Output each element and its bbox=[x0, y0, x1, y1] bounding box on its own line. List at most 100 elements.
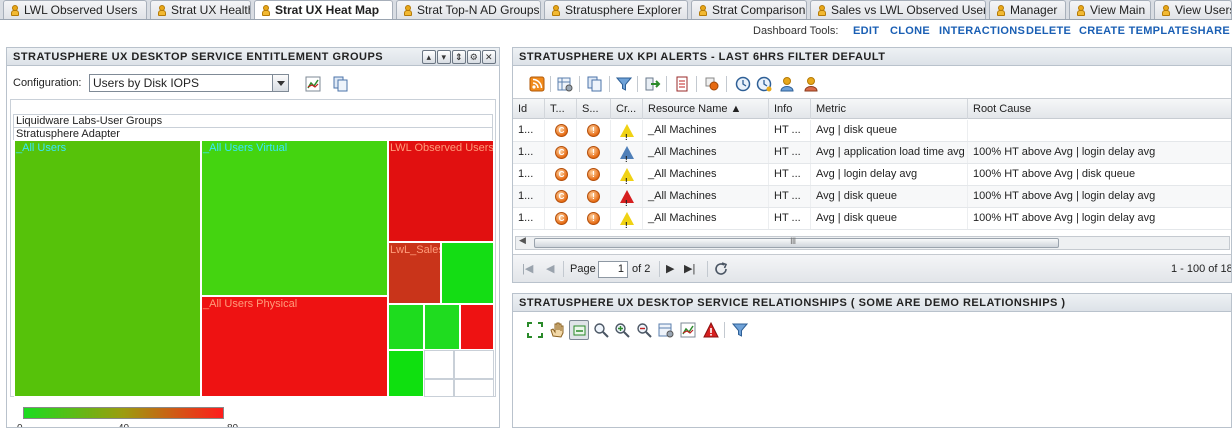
alert-rule-icon[interactable] bbox=[704, 76, 720, 92]
next-page-icon[interactable]: ▶ bbox=[666, 262, 674, 275]
treemap-cell[interactable]: LwL_Sales bbox=[388, 242, 441, 304]
tab-view-main[interactable]: View Main bbox=[1069, 0, 1151, 19]
metric-cell: Avg | login delay avg bbox=[811, 164, 968, 185]
fit-to-screen-icon[interactable] bbox=[527, 322, 543, 338]
maximize-icon[interactable]: ⇕ bbox=[452, 50, 466, 64]
table-row[interactable]: 1... C!! _All Machines HT ... Avg | disk que… bbox=[513, 120, 1231, 142]
select-tool-button[interactable] bbox=[569, 320, 589, 340]
column-header-metric[interactable]: Metric bbox=[811, 99, 968, 119]
column-header-criticality[interactable]: Cr... bbox=[611, 99, 643, 119]
panel-title: STRATUSPHERE UX DESKTOP SERVICE RELATION… bbox=[513, 294, 1231, 312]
tab-sales-vs-lwl-observed-users[interactable]: Sales vs LWL Observed Users bbox=[810, 0, 986, 19]
tab-manager[interactable]: Manager bbox=[989, 0, 1066, 19]
pan-hand-icon[interactable] bbox=[549, 322, 565, 338]
copy-icon[interactable] bbox=[587, 76, 603, 92]
scrollbar-thumb[interactable]: Ⅲ bbox=[534, 236, 1059, 248]
horizontal-scrollbar[interactable]: ◀ Ⅲ bbox=[515, 235, 1230, 250]
criticality-cell: ! bbox=[611, 164, 643, 185]
refresh-icon[interactable] bbox=[713, 261, 729, 277]
metric-cell: Avg | disk queue bbox=[811, 186, 968, 207]
filter-icon[interactable] bbox=[732, 322, 748, 338]
settings-grid-icon[interactable] bbox=[557, 76, 573, 92]
treemap-cell[interactable]: _All Users Virtual bbox=[201, 140, 388, 296]
delete-link[interactable]: DELETE bbox=[1026, 21, 1071, 41]
table-row[interactable]: 1... C!! _All Machines HT ... Avg | disk que… bbox=[513, 186, 1231, 208]
table-row[interactable]: 1... C!! _All Machines HT ... Avg | applicat… bbox=[513, 142, 1231, 164]
close-icon[interactable]: ✕ bbox=[482, 50, 496, 64]
prev-page-icon[interactable]: ◀ bbox=[546, 262, 554, 275]
tab-lwl-observed-users[interactable]: LWL Observed Users bbox=[3, 0, 147, 19]
info-cell: HT ... bbox=[769, 208, 811, 229]
create-template-link[interactable]: CREATE TEMPLATE bbox=[1079, 21, 1189, 41]
toolbar-separator bbox=[726, 76, 727, 92]
column-header-resource-name[interactable]: Resource Name ▲ bbox=[643, 99, 769, 119]
treemap-cell[interactable] bbox=[424, 350, 454, 379]
gear-icon[interactable]: ⚙ bbox=[467, 50, 481, 64]
table-row[interactable]: 1... C!! _All Machines HT ... Avg | disk que… bbox=[513, 208, 1231, 230]
user-group-icon[interactable] bbox=[803, 76, 819, 92]
chevron-down-icon[interactable] bbox=[272, 75, 288, 91]
scroll-left-icon[interactable]: ◀ bbox=[519, 235, 526, 246]
column-header-root-cause[interactable]: Root Cause bbox=[968, 99, 1231, 119]
page-total: of 2 bbox=[632, 263, 651, 275]
user-alert-icon[interactable] bbox=[779, 76, 795, 92]
dashboard: LWL Observed Users Strat UX Health 2 Str… bbox=[0, 0, 1232, 428]
chart-icon[interactable] bbox=[680, 322, 696, 338]
column-header-id[interactable]: Id bbox=[513, 99, 545, 119]
metric-cell: Avg | application load time avg bbox=[811, 142, 968, 163]
treemap-cell[interactable] bbox=[424, 304, 460, 350]
collapse-up-icon[interactable]: ▴ bbox=[422, 50, 436, 64]
zoom-in-icon[interactable] bbox=[614, 322, 630, 338]
tab-strat-comparison[interactable]: Strat Comparison bbox=[691, 0, 807, 19]
first-page-icon[interactable]: |◀ bbox=[522, 262, 533, 275]
chart-icon[interactable] bbox=[305, 76, 321, 92]
zoom-out-icon[interactable] bbox=[636, 322, 652, 338]
copy-icon[interactable] bbox=[333, 76, 349, 92]
tab-view-users[interactable]: View Users bbox=[1154, 0, 1232, 19]
report-icon[interactable] bbox=[674, 76, 690, 92]
treemap-cell[interactable] bbox=[388, 304, 424, 350]
treemap-cell[interactable]: _All Users Physical bbox=[201, 296, 388, 397]
user-icon bbox=[1077, 5, 1085, 16]
page-number-input[interactable]: 1 bbox=[598, 261, 628, 278]
treemap-cell[interactable] bbox=[388, 350, 424, 397]
toolbar-separator bbox=[724, 322, 725, 338]
treemap-adapter-header: Stratusphere Adapter bbox=[13, 127, 493, 140]
layout-settings-icon[interactable] bbox=[658, 322, 674, 338]
treemap-cell[interactable]: LWL Observed Users bbox=[388, 140, 494, 242]
tab-stratusphere-explorer[interactable]: Stratusphere Explorer bbox=[544, 0, 688, 19]
configuration-select[interactable]: Users by Disk IOPS bbox=[89, 74, 289, 92]
clock-icon[interactable] bbox=[735, 76, 751, 92]
share-link[interactable]: SHARE bbox=[1190, 21, 1230, 41]
table-row[interactable]: 1... C!! _All Machines HT ... Avg | login de… bbox=[513, 164, 1231, 186]
treemap-cell[interactable] bbox=[454, 379, 494, 397]
column-header-status[interactable]: S... bbox=[577, 99, 611, 119]
filter-icon[interactable] bbox=[616, 76, 632, 92]
info-cell: HT ... bbox=[769, 186, 811, 207]
column-header-info[interactable]: Info bbox=[769, 99, 811, 119]
clone-link[interactable]: CLONE bbox=[890, 21, 930, 41]
zoom-icon[interactable] bbox=[593, 322, 609, 338]
treemap-cell[interactable] bbox=[454, 350, 494, 379]
type-icon: C bbox=[555, 212, 568, 225]
treemap-cell[interactable] bbox=[441, 242, 494, 304]
export-icon[interactable] bbox=[645, 76, 661, 92]
metric-cell: Avg | disk queue bbox=[811, 120, 968, 141]
treemap-cell[interactable] bbox=[460, 304, 494, 350]
treemap-cell[interactable]: _All Users bbox=[14, 140, 201, 397]
tab-strat-top-n-ad-groups[interactable]: Strat Top-N AD Groups bbox=[396, 0, 541, 19]
id-cell: 1... bbox=[513, 208, 545, 229]
interactions-link[interactable]: INTERACTIONS bbox=[939, 21, 1025, 41]
tab-strat-ux-heat-map[interactable]: Strat UX Heat Map bbox=[254, 0, 393, 19]
treemap-cell[interactable] bbox=[424, 379, 454, 397]
tab-strat-ux-health-2[interactable]: Strat UX Health 2 bbox=[150, 0, 251, 19]
edit-link[interactable]: EDIT bbox=[853, 21, 879, 41]
root-cause-cell: 100% HT above Avg | login delay avg bbox=[968, 186, 1231, 207]
last-page-icon[interactable]: ▶| bbox=[684, 262, 695, 275]
clock-alert-icon[interactable] bbox=[756, 76, 772, 92]
column-header-type[interactable]: T... bbox=[545, 99, 577, 119]
warning-icon[interactable] bbox=[703, 322, 719, 338]
user-icon bbox=[699, 5, 707, 16]
collapse-down-icon[interactable]: ▾ bbox=[437, 50, 451, 64]
rss-icon[interactable] bbox=[529, 76, 545, 92]
